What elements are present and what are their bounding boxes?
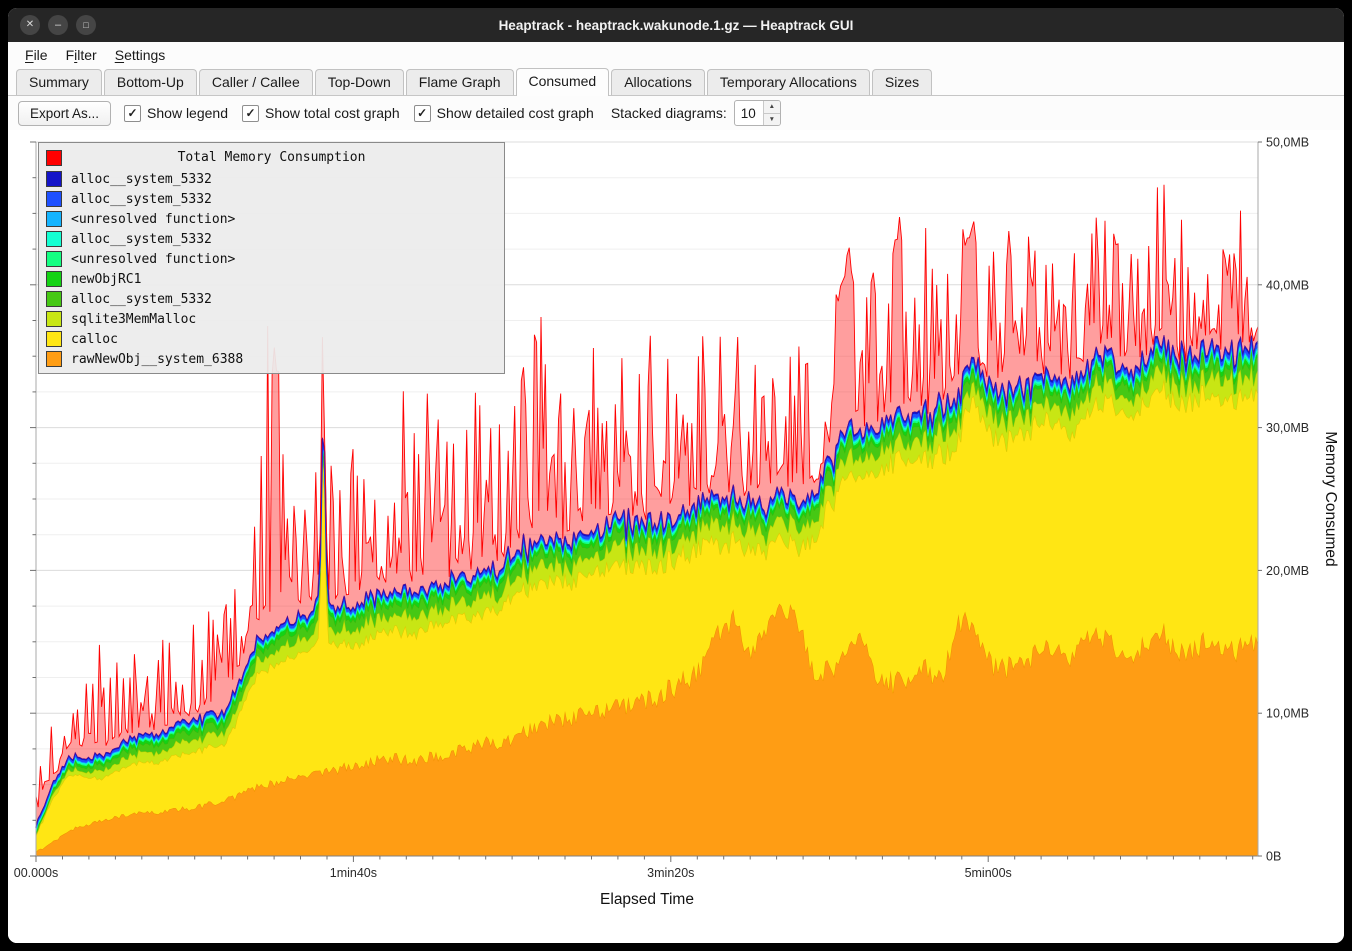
spin-up-icon[interactable]: ▲	[764, 101, 780, 113]
legend-entry-rawnewobj-system-6388: rawNewObj__system_6388	[39, 349, 504, 369]
title-bar[interactable]: ✕–□ Heaptrack - heaptrack.wakunode.1.gz …	[8, 8, 1344, 42]
legend-entry-newobjrc1: newObjRC1	[39, 269, 504, 289]
legend-label: alloc__system_5332	[71, 172, 212, 187]
spinner-buttons: ▲ ▼	[763, 101, 780, 125]
tab-top-down[interactable]: Top-Down	[315, 69, 404, 95]
export-as-button[interactable]: Export As...	[18, 101, 111, 126]
legend-entry-total-memory-consumption: Total Memory Consumption	[39, 146, 504, 169]
y-tick-label: 30,0MB	[1266, 421, 1309, 435]
tab-temporary-allocations[interactable]: Temporary Allocations	[707, 69, 870, 95]
stacked-diagrams-control: Stacked diagrams: 10 ▲ ▼	[611, 100, 781, 126]
legend-entry-alloc-system-5332: alloc__system_5332	[39, 169, 504, 189]
legend-swatch-icon	[46, 291, 62, 307]
heaptrack-window: ✕–□ Heaptrack - heaptrack.wakunode.1.gz …	[8, 8, 1344, 943]
legend-entry-unresolved-function: <unresolved function>	[39, 209, 504, 229]
tab-caller-callee[interactable]: Caller / Callee	[199, 69, 313, 95]
maximize-button[interactable]: □	[76, 15, 96, 35]
tab-sizes[interactable]: Sizes	[872, 69, 932, 95]
checkbox-label: Show legend	[147, 105, 228, 121]
legend-label: Total Memory Consumption	[39, 150, 504, 165]
checkbox-show-total-cost-graph[interactable]: ✓ Show total cost graph	[242, 105, 400, 122]
y-tick-label: 40,0MB	[1266, 278, 1309, 292]
legend-swatch-icon	[46, 211, 62, 227]
x-tick-label: 5min00s	[965, 866, 1012, 880]
legend-entry-unresolved-function: <unresolved function>	[39, 249, 504, 269]
legend-swatch-icon	[46, 231, 62, 247]
legend-entry-sqlite3memmalloc: sqlite3MemMalloc	[39, 309, 504, 329]
legend-swatch-icon	[46, 311, 62, 327]
x-tick-label: 1min40s	[330, 866, 377, 880]
window-title: Heaptrack - heaptrack.wakunode.1.gz — He…	[8, 18, 1344, 33]
y-tick-label: 20,0MB	[1266, 564, 1309, 578]
menu-file[interactable]: File	[16, 45, 57, 65]
legend-swatch-icon	[46, 171, 62, 187]
tab-bar: SummaryBottom-UpCaller / CalleeTop-DownF…	[8, 67, 1344, 96]
legend-entry-alloc-system-5332: alloc__system_5332	[39, 189, 504, 209]
legend-swatch-icon	[46, 331, 62, 347]
legend-entry-alloc-system-5332: alloc__system_5332	[39, 229, 504, 249]
x-tick-label: 00.000s	[14, 866, 58, 880]
y-tick-label: 10,0MB	[1266, 707, 1309, 721]
legend-swatch-icon	[46, 191, 62, 207]
tab-bottom-up[interactable]: Bottom-Up	[104, 69, 197, 95]
tab-flame-graph[interactable]: Flame Graph	[406, 69, 514, 95]
y-tick-label: 0B	[1266, 850, 1281, 864]
checkbox-row: ✓ Show legend ✓ Show total cost graph ✓ Show …	[124, 105, 594, 122]
check-icon[interactable]: ✓	[124, 105, 141, 122]
stacked-diagrams-spinbox[interactable]: 10 ▲ ▼	[734, 100, 781, 126]
tab-consumed[interactable]: Consumed	[516, 68, 610, 96]
tab-allocations[interactable]: Allocations	[611, 69, 705, 95]
stacked-diagrams-value: 10	[735, 101, 763, 125]
toolbar: Export As... ✓ Show legend ✓ Show total cos…	[8, 96, 1344, 130]
consumed-chart-area: 00.000s 1min40s 3min20s 5min00s 0B 10,0MB 20,0…	[8, 130, 1344, 943]
legend-swatch-icon	[46, 271, 62, 287]
stacked-diagrams-label: Stacked diagrams:	[611, 105, 727, 121]
y-axis-title: Memory Consumed	[1322, 431, 1339, 566]
legend-swatch-icon	[46, 251, 62, 267]
legend-label: alloc__system_5332	[71, 192, 212, 207]
tab-summary[interactable]: Summary	[16, 69, 102, 95]
checkbox-show-detailed-cost-graph[interactable]: ✓ Show detailed cost graph	[414, 105, 594, 122]
close-button[interactable]: ✕	[20, 15, 40, 35]
checkbox-show-legend[interactable]: ✓ Show legend	[124, 105, 228, 122]
chart-legend: Total Memory Consumption alloc__system_53…	[38, 142, 505, 374]
checkbox-label: Show detailed cost graph	[437, 105, 594, 121]
menu-bar: FileFilterSettings	[8, 42, 1344, 67]
legend-label: rawNewObj__system_6388	[71, 352, 243, 367]
x-tick-label: 3min20s	[647, 866, 694, 880]
legend-entry-calloc: calloc	[39, 329, 504, 349]
legend-label: alloc__system_5332	[71, 232, 212, 247]
legend-label: <unresolved function>	[71, 252, 235, 267]
legend-label: alloc__system_5332	[71, 292, 212, 307]
legend-label: <unresolved function>	[71, 212, 235, 227]
legend-label: calloc	[71, 332, 118, 347]
check-icon[interactable]: ✓	[414, 105, 431, 122]
checkbox-label: Show total cost graph	[265, 105, 400, 121]
window-controls: ✕–□	[20, 15, 96, 35]
menu-filter[interactable]: Filter	[57, 45, 106, 65]
spin-down-icon[interactable]: ▼	[764, 113, 780, 126]
check-icon[interactable]: ✓	[242, 105, 259, 122]
menu-settings[interactable]: Settings	[106, 45, 175, 65]
y-tick-label: 50,0MB	[1266, 136, 1309, 150]
x-axis-title: Elapsed Time	[600, 891, 694, 908]
legend-entry-alloc-system-5332: alloc__system_5332	[39, 289, 504, 309]
legend-swatch-icon	[46, 351, 62, 367]
legend-label: newObjRC1	[71, 272, 141, 287]
minimize-button[interactable]: –	[48, 15, 68, 35]
legend-label: sqlite3MemMalloc	[71, 312, 196, 327]
